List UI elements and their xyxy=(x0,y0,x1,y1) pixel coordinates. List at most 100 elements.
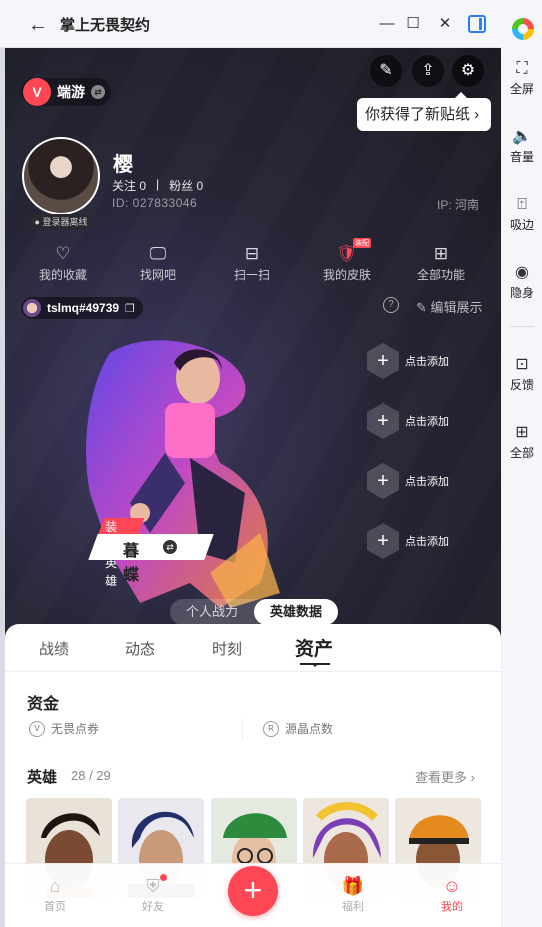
riot-id-chip[interactable]: tslmq#49739 ❐ xyxy=(21,297,143,319)
valorant-logo-icon: V xyxy=(23,78,51,106)
volume-icon: 🔈 xyxy=(512,128,532,145)
quick-scan[interactable]: ⊟ 扫一扫 xyxy=(207,242,297,283)
edit-display-button[interactable]: ✎ 编辑展示 xyxy=(416,297,483,316)
segment-hero-data[interactable]: 英雄数据 xyxy=(254,599,338,625)
agent-name-plate xyxy=(88,534,214,560)
nav-label: 福利 xyxy=(342,901,364,913)
settings-icon[interactable]: ⚙ xyxy=(452,55,484,87)
sticker-icon[interactable]: ✎ xyxy=(370,55,402,87)
grid-icon: ⊞ xyxy=(433,244,449,263)
nav-label: 首页 xyxy=(44,901,66,913)
home-icon: ⌂ xyxy=(49,876,61,896)
add-slot[interactable]: + 点击添加 xyxy=(367,462,487,500)
tab-feed[interactable]: 动态 xyxy=(125,638,155,659)
nav-welfare[interactable]: 🎁 福利 xyxy=(318,874,388,914)
scan-icon: ⊟ xyxy=(244,244,260,263)
close-icon[interactable]: ✕ xyxy=(434,13,456,35)
side-label: 全屏 xyxy=(509,82,534,96)
add-slot-label: 点击添加 xyxy=(405,416,449,428)
avatar[interactable] xyxy=(22,137,100,215)
tab-record[interactable]: 战绩 xyxy=(39,638,69,659)
nav-label: 我的 xyxy=(441,901,463,913)
edit-label: 编辑展示 xyxy=(430,300,483,315)
side-dock-edge[interactable]: ⍐ 吸边 xyxy=(502,194,542,233)
quick-find-cafe[interactable]: 🖵 找网吧 xyxy=(113,242,203,283)
swap-agent-icon[interactable]: ⇄ xyxy=(163,540,177,554)
grid-icon: ⊞ xyxy=(515,424,529,441)
see-more-link[interactable]: 查看更多 › xyxy=(415,767,475,786)
nav-mine[interactable]: ☺ 我的 xyxy=(417,874,487,914)
segment-personal-power[interactable]: 个人战力 xyxy=(170,599,254,625)
gift-icon: 🎁 xyxy=(341,876,365,896)
window-title: 掌上无畏契约 xyxy=(60,17,151,34)
dock-edge-icon: ⍐ xyxy=(517,196,527,213)
create-plus-button[interactable]: + xyxy=(228,866,278,916)
asset-vp[interactable]: V 无畏点券 xyxy=(29,720,99,737)
notification-dot xyxy=(160,874,167,881)
add-slot-label: 点击添加 xyxy=(405,356,449,368)
side-hide[interactable]: ◉ 隐身 xyxy=(502,262,542,301)
plus-hex-icon: + xyxy=(367,403,399,439)
equip-tag-badge: 装配 xyxy=(353,238,371,248)
app-logo-icon xyxy=(512,18,534,40)
asset-label: 无畏点券 xyxy=(51,722,100,736)
riot-avatar xyxy=(23,299,41,317)
quick-label: 我的收藏 xyxy=(38,268,87,282)
add-slot[interactable]: + 点击添加 xyxy=(367,402,487,440)
user-id: ID: 027833046 xyxy=(112,196,198,210)
nav-friends[interactable]: ⛨ 好友 xyxy=(118,874,188,914)
r-coin-icon: R xyxy=(263,720,279,737)
share-icon[interactable]: ⇪ xyxy=(412,55,444,87)
stats-divider: | xyxy=(156,177,160,191)
asset-radianite[interactable]: R 源晶点数 xyxy=(263,720,333,737)
edit-icon: ✎ xyxy=(416,300,427,315)
data-segment-control: 个人战力 英雄数据 xyxy=(170,599,338,625)
quick-label: 扫一扫 xyxy=(233,268,270,282)
help-icon[interactable]: ? xyxy=(383,297,399,313)
sidebar-toggle-icon[interactable] xyxy=(468,15,486,33)
add-slot[interactable]: + 点击添加 xyxy=(367,342,487,380)
eye-icon: ◉ xyxy=(515,264,529,281)
follow-count[interactable]: 关注 0 xyxy=(112,177,146,194)
side-fullscreen[interactable]: ⛶ 全屏 xyxy=(502,58,542,97)
content-tabs: 战绩 动态 时刻 资产 xyxy=(5,624,501,672)
riot-id: tslmq#49739 xyxy=(47,301,120,315)
plus-hex-icon: + xyxy=(367,523,399,559)
back-arrow-icon[interactable]: ← xyxy=(26,13,50,37)
app-viewport: V 端游 ⇄ ✎ ⇪ ⚙ 你获得了新贴纸 › ● 登录器离线 樱 关注 0 | … xyxy=(5,48,501,927)
skin-icon: 🛡 xyxy=(336,244,358,263)
copy-icon[interactable]: ❐ xyxy=(125,302,135,315)
quick-favorites[interactable]: ♡ 我的收藏 xyxy=(18,242,108,283)
friends-icon: ⛨ xyxy=(146,876,160,896)
fullscreen-icon: ⛶ xyxy=(516,60,528,77)
fans-count[interactable]: 粉丝 0 xyxy=(169,177,203,194)
quick-skins[interactable]: 🛡 装配 我的皮肤 xyxy=(302,238,392,283)
monitor-icon: 🖵 xyxy=(149,244,167,263)
maximize-icon[interactable]: ☐ xyxy=(402,13,424,35)
quick-label: 全部功能 xyxy=(416,268,465,282)
title-bar: ← 掌上无畏契约 — ☐ ✕ xyxy=(0,0,542,48)
tab-assets[interactable]: 资产 xyxy=(295,634,333,661)
new-sticker-tooltip[interactable]: 你获得了新贴纸 › xyxy=(357,92,492,131)
side-label: 音量 xyxy=(509,150,534,164)
funds-title: 资金 xyxy=(27,696,60,713)
nav-home[interactable]: ⌂ 首页 xyxy=(20,874,90,914)
follow-stats: 关注 0 | 粉丝 0 xyxy=(112,177,203,194)
game-switcher[interactable]: V 端游 ⇄ xyxy=(21,78,111,106)
side-feedback[interactable]: ⊡ 反馈 xyxy=(502,354,542,393)
brand-label: 端游 xyxy=(57,84,85,100)
quick-all-features[interactable]: ⊞ 全部功能 xyxy=(396,242,486,283)
side-volume[interactable]: 🔈 音量 xyxy=(502,126,542,165)
divider xyxy=(242,718,243,740)
add-slot[interactable]: + 点击添加 xyxy=(367,522,487,560)
side-all[interactable]: ⊞ 全部 xyxy=(502,422,542,461)
minimize-icon[interactable]: — xyxy=(376,13,398,35)
ip-location: IP: 河南 xyxy=(437,198,480,212)
heart-icon: ♡ xyxy=(55,244,71,263)
heroes-title: 英雄 xyxy=(27,769,58,786)
profile-icon: ☺ xyxy=(442,876,462,896)
tab-moments[interactable]: 时刻 xyxy=(212,638,242,659)
plus-hex-icon: + xyxy=(367,343,399,379)
agent-name: 暮蝶 xyxy=(123,543,140,584)
swap-icon: ⇄ xyxy=(91,85,105,99)
